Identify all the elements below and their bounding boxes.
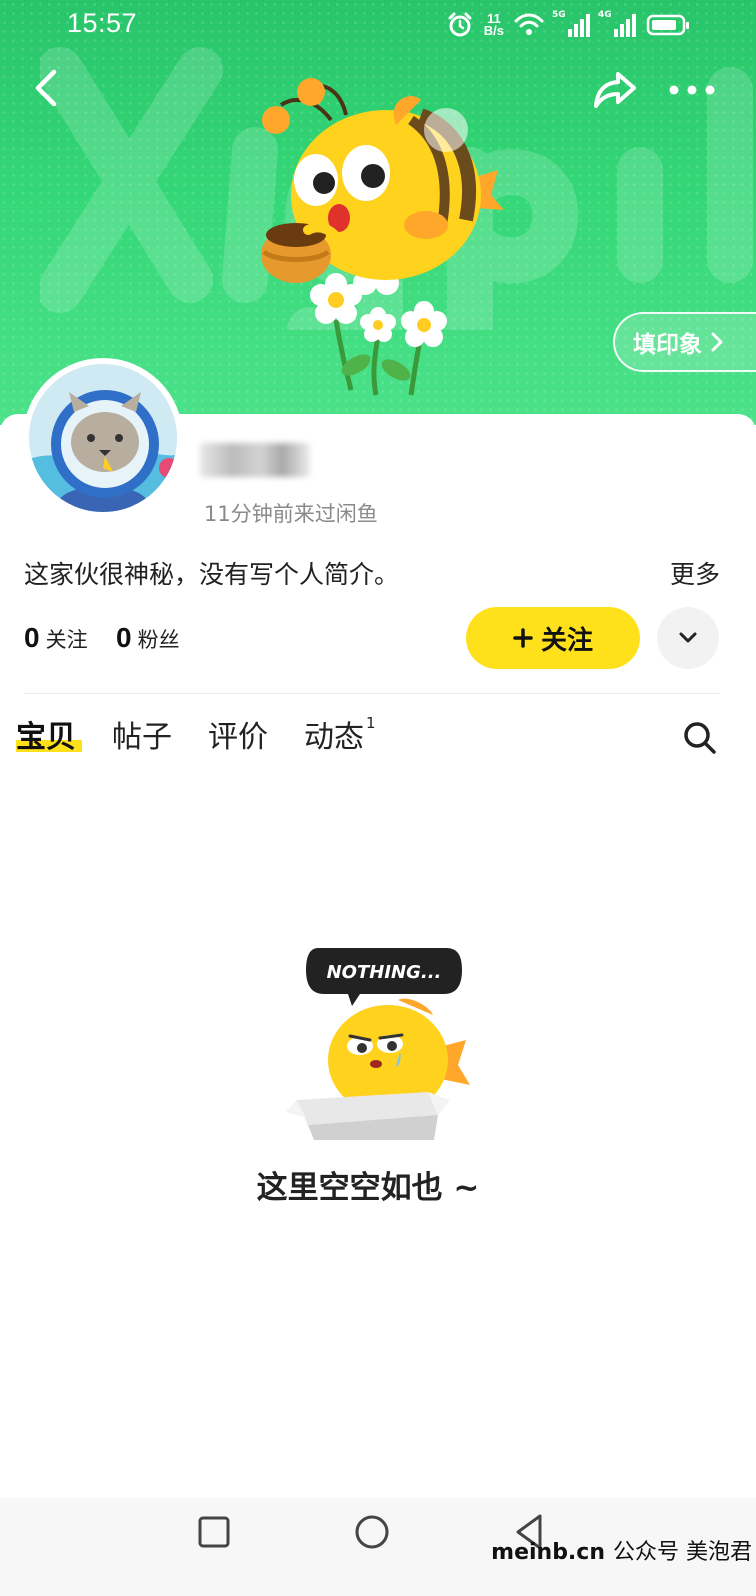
tab-label: 宝贝 (16, 720, 76, 755)
system-nav-bar: meinb.cn 公众号 美泡君 (0, 1498, 756, 1596)
status-icons: 11 B/s 5G 4G (446, 10, 690, 40)
following-count: 0 (24, 622, 40, 653)
network-speed: 11 B/s (483, 12, 504, 38)
empty-state-illustration: NOTHING... (286, 948, 470, 1140)
avatar[interactable] (23, 358, 183, 518)
plus-icon (513, 628, 533, 648)
tab-reviews[interactable]: 评价 (208, 712, 268, 756)
followers-label: 粉丝 (137, 628, 180, 652)
watermark-site: meinb.cn (491, 1540, 605, 1565)
tab-badge: 1 (366, 714, 376, 732)
alarm-icon (448, 12, 472, 37)
tab-label: 动态 (304, 720, 364, 755)
watermark: meinb.cn 公众号 美泡君 (491, 1534, 752, 1566)
tab-items[interactable]: 宝贝 (16, 712, 82, 756)
network-speed-unit: B/s (483, 23, 504, 38)
bee-mascot-illustration (261, 78, 504, 396)
signal-5g-label: 5G (552, 9, 566, 20)
battery-icon (646, 14, 689, 36)
expand-button[interactable] (657, 607, 719, 669)
follow-button-label: 关注 (540, 625, 593, 656)
home-icon[interactable] (350, 1510, 394, 1554)
recent-apps-icon[interactable] (192, 1510, 236, 1554)
chevron-left-icon[interactable] (28, 66, 68, 110)
username (200, 443, 310, 477)
chevron-right-icon (711, 332, 723, 352)
share-icon[interactable] (592, 68, 638, 112)
tab-posts[interactable]: 帖子 (112, 712, 172, 756)
following-label: 关注 (45, 628, 88, 652)
following-stat[interactable]: 0 关注 (24, 622, 88, 654)
status-time: 15:57 (67, 8, 138, 38)
followers-stat[interactable]: 0 粉丝 (116, 622, 180, 654)
tab-activity[interactable]: 动态 1 (304, 712, 376, 756)
divider (24, 693, 720, 694)
more-dots-icon[interactable] (668, 78, 716, 102)
last-seen-text: 11分钟前来过闲鱼 (204, 502, 378, 526)
status-bar: 15:57 11 B/s 5G 4G (0, 0, 756, 50)
cat-astronaut-avatar-icon (29, 364, 177, 512)
tab-label: 评价 (208, 720, 268, 755)
nothing-bubble-text: NOTHING... (327, 962, 442, 983)
signal-5g-icon: 5G (552, 10, 590, 37)
avatar-image (29, 364, 177, 512)
watermark-account: 公众号 美泡君 (613, 1540, 752, 1565)
chevron-down-icon (679, 632, 697, 643)
more-link[interactable]: 更多 (670, 555, 720, 591)
tab-label: 帖子 (112, 720, 172, 755)
empty-message: 这里空空如也 ~ (256, 1170, 480, 1206)
fill-impression-label: 填印象 (633, 332, 702, 358)
search-icon[interactable] (682, 720, 718, 756)
follow-button[interactable]: 关注 (466, 607, 640, 669)
wifi-icon (514, 13, 544, 35)
signal-4g-icon: 4G (598, 10, 636, 37)
signal-4g-label: 4G (598, 9, 612, 20)
bio-text: 这家伙很神秘，没有写个人简介。 (24, 560, 400, 589)
followers-count: 0 (116, 622, 132, 653)
fill-impression-button[interactable]: 填印象 (613, 312, 756, 372)
